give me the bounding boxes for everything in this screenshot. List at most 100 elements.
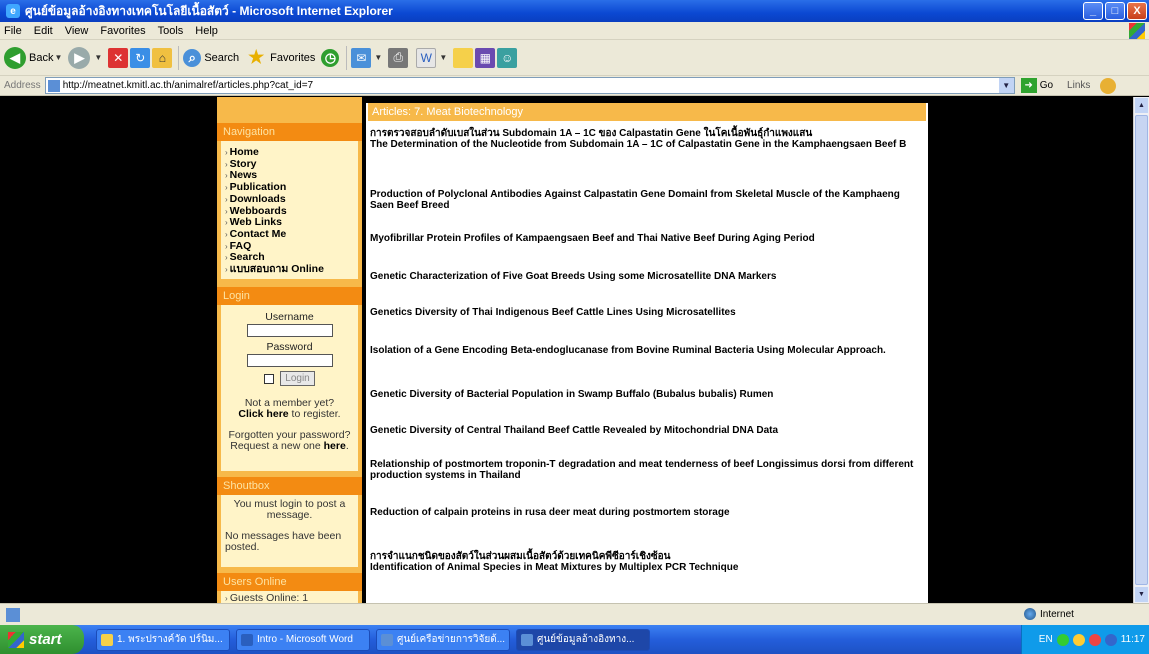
- taskbar-item[interactable]: 1. พระปรางค์วัด ปร์นิม...: [96, 628, 230, 651]
- shoutbox-panel: You must login to post a message. No mes…: [221, 495, 358, 567]
- stop-icon[interactable]: ✕: [108, 47, 129, 68]
- article-link[interactable]: Genetic Diversity of Bacterial Populatio…: [370, 389, 926, 400]
- standard-toolbar: ◀ Back ▼ ▶ ▼ ✕ ↻ ⌂ ⌕ Search ★ Favorites ◷ …: [0, 40, 1149, 76]
- start-button[interactable]: start: [0, 625, 84, 654]
- address-bar: Address http://meatnet.kmitl.ac.th/anima…: [0, 76, 1149, 96]
- address-label: Address: [4, 80, 41, 91]
- users-online-title: Users Online: [217, 573, 362, 591]
- shoutbox-login-text: You must login to post a message.: [233, 498, 346, 521]
- status-bar: Internet: [0, 603, 1149, 625]
- window-title: ศูนย์ข้อมูลอ้างอิงทางเทคโนโลยีเนื้อสัตว์…: [25, 3, 393, 18]
- period-text: .: [345, 440, 349, 452]
- start-label: start: [29, 631, 62, 648]
- nav-link-questionnaire[interactable]: › แบบสอบถาม Online: [225, 264, 354, 276]
- refresh-icon[interactable]: ↻: [130, 47, 151, 68]
- favorites-label: Favorites: [270, 51, 316, 64]
- back-label: Back: [29, 51, 54, 64]
- taskbar-item[interactable]: Intro - Microsoft Word: [236, 628, 370, 651]
- messenger-icon[interactable]: ☺: [497, 47, 518, 68]
- article-link[interactable]: Genetics Diversity of Thai Indigenous Be…: [370, 307, 926, 318]
- navigation-title: Navigation: [217, 123, 362, 141]
- page-viewport: Navigation › Home › Story › News › Publicati…: [0, 97, 1133, 603]
- close-button[interactable]: X: [1127, 2, 1147, 20]
- folder-icon[interactable]: [453, 47, 474, 68]
- menu-edit[interactable]: Edit: [34, 25, 53, 37]
- page-icon: [47, 79, 60, 92]
- address-dropdown-icon[interactable]: ▼: [998, 78, 1014, 93]
- word-icon: [241, 633, 253, 646]
- navigation-panel: › Home › Story › News › Publication › Downloa…: [221, 141, 358, 279]
- vertical-scrollbar[interactable]: ▲ ▼: [1133, 97, 1149, 603]
- username-input[interactable]: [246, 324, 333, 337]
- minimize-button[interactable]: _: [1083, 2, 1103, 20]
- article-link[interactable]: การจำแนกชนิดของสัตว์ในส่วนผสมเนื้อสัตว์ด…: [370, 551, 926, 573]
- research-icon[interactable]: ▦: [475, 47, 496, 68]
- article-link[interactable]: Myofibrillar Protein Profiles of Kampaen…: [370, 233, 926, 244]
- back-button[interactable]: ◀ Back ▼: [4, 46, 62, 69]
- article-link[interactable]: Genetic Characterization of Five Goat Br…: [370, 271, 926, 282]
- scroll-up-icon[interactable]: ▲: [1135, 98, 1148, 113]
- home-icon[interactable]: ⌂: [152, 47, 173, 68]
- scroll-thumb[interactable]: [1135, 115, 1148, 585]
- security-icon[interactable]: [1088, 633, 1101, 646]
- article-link[interactable]: Relationship of postmortem troponin-T de…: [370, 459, 926, 481]
- password-label: Password: [266, 341, 313, 353]
- zone-label: Internet: [1040, 608, 1074, 620]
- system-tray: EN 11:17: [1021, 625, 1149, 654]
- page-status-icon: [6, 607, 20, 622]
- links-button[interactable]: Links: [1067, 80, 1090, 91]
- article-link[interactable]: Isolation of a Gene Encoding Beta-endogl…: [370, 345, 926, 356]
- forward-button[interactable]: ▶ ▼: [68, 46, 102, 69]
- toolbar-extension-icon[interactable]: [1100, 77, 1117, 94]
- main-content: Articles: 7. Meat Biotechnology การตรวจส…: [366, 97, 928, 603]
- print-icon[interactable]: ⎙: [388, 47, 409, 68]
- menu-file[interactable]: File: [4, 25, 22, 37]
- password-input[interactable]: [246, 354, 333, 367]
- remember-me-checkbox[interactable]: [264, 373, 275, 384]
- shoutbox-empty-text: No messages have been posted.: [225, 530, 342, 553]
- menu-bar: File Edit View Favorites Tools Help: [0, 22, 1149, 40]
- register-link[interactable]: Click here: [238, 408, 288, 420]
- username-label: Username: [265, 311, 314, 323]
- security-zone: Internet: [1024, 608, 1074, 620]
- article-link[interactable]: Genetic Diversity of Central Thailand Be…: [370, 425, 926, 436]
- scroll-down-icon[interactable]: ▼: [1135, 587, 1148, 602]
- login-title: Login: [217, 287, 362, 305]
- article-link[interactable]: การตรวจสอบลำดับเบสในส่วน Subdomain 1A – …: [370, 128, 926, 150]
- taskbar-item[interactable]: ศูนย์เครือข่ายการวิจัยด้...: [376, 628, 510, 651]
- register-text: to register.: [288, 408, 341, 420]
- article-link[interactable]: Production of Polyclonal Antibodies Agai…: [370, 189, 926, 211]
- mail-icon[interactable]: ✉: [351, 47, 372, 68]
- menu-view[interactable]: View: [65, 25, 89, 37]
- ie-icon: [521, 633, 533, 646]
- menu-help[interactable]: Help: [195, 25, 218, 37]
- address-url: http://meatnet.kmitl.ac.th/animalref/art…: [62, 80, 314, 91]
- taskbar-item-active[interactable]: ศูนย์ข้อมูลอ้างอิงทาง...: [516, 628, 650, 651]
- volume-icon[interactable]: [1104, 633, 1117, 646]
- edit-icon[interactable]: W: [416, 47, 437, 68]
- taskbar: start 1. พระปรางค์วัด ปร์นิม... Intro - …: [0, 625, 1149, 654]
- ie-logo-icon: e: [6, 4, 20, 18]
- windows-flag-icon: [8, 631, 24, 648]
- search-button[interactable]: ⌕ Search: [183, 48, 239, 67]
- network-icon[interactable]: [1056, 633, 1069, 646]
- language-indicator[interactable]: EN: [1039, 634, 1053, 645]
- articles-heading: Articles: 7. Meat Biotechnology: [368, 103, 926, 121]
- menu-tools[interactable]: Tools: [158, 25, 184, 37]
- login-button[interactable]: Login: [280, 371, 315, 386]
- article-link[interactable]: Reduction of calpain proteins in rusa de…: [370, 507, 926, 518]
- window-title-bar[interactable]: e ศูนย์ข้อมูลอ้างอิงทางเทคโนโลยีเนื้อสัต…: [0, 0, 1149, 22]
- go-button[interactable]: ➜ Go: [1020, 78, 1054, 93]
- left-sidebar: Navigation › Home › Story › News › Publicati…: [217, 97, 362, 603]
- go-label: Go: [1039, 80, 1054, 91]
- address-input[interactable]: http://meatnet.kmitl.ac.th/animalref/art…: [44, 77, 1015, 94]
- menu-favorites[interactable]: Favorites: [100, 25, 145, 37]
- favorites-button[interactable]: ★ Favorites: [245, 47, 315, 69]
- request-password-link[interactable]: here: [324, 440, 346, 452]
- back-arrow-icon: ◀: [4, 46, 26, 69]
- folder-icon: [101, 633, 113, 646]
- antivirus-icon[interactable]: [1072, 633, 1085, 646]
- maximize-button[interactable]: □: [1105, 2, 1125, 20]
- ie-icon: [381, 633, 393, 646]
- history-icon[interactable]: ◷: [321, 48, 340, 67]
